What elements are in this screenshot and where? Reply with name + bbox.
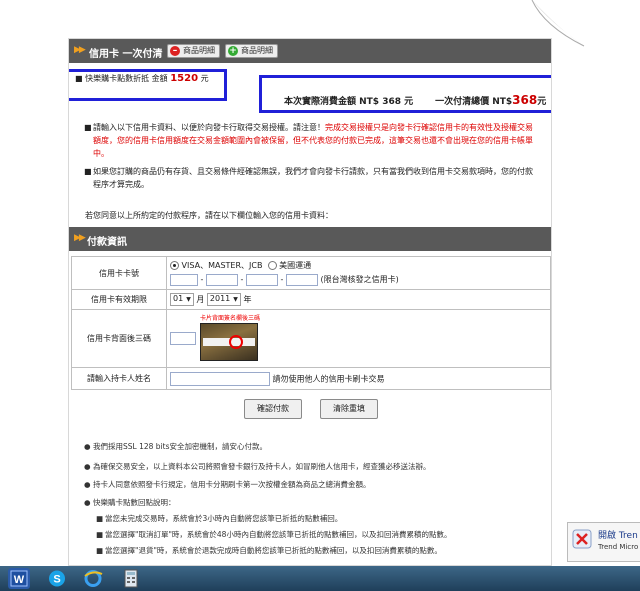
calculator-icon[interactable] xyxy=(120,568,142,589)
word-icon[interactable]: W xyxy=(8,568,30,589)
svg-text:S: S xyxy=(53,574,60,586)
annotation-box-discount xyxy=(69,69,227,101)
trend-micro-icon xyxy=(572,529,592,549)
ie-icon[interactable] xyxy=(82,568,104,589)
card-number-part-1[interactable] xyxy=(170,273,198,286)
total-amount: 本次實際消費金額 NT$ 368 元 一次付清總價 NT$368元 xyxy=(284,93,547,107)
card-number-part-4[interactable] xyxy=(285,273,318,286)
agree-text: 若您同意以上所約定的付款程序，請在以下欄位輸入您的信用卡資料： xyxy=(85,211,333,220)
cvv-label: 信用卡背面後三碼 xyxy=(71,309,167,368)
svg-text:W: W xyxy=(14,574,25,586)
card-type-visa-radio[interactable] xyxy=(170,261,179,270)
section-title: 信用卡 一次付清 xyxy=(89,49,163,60)
payment-info-header: ▶▶ 付款資訊 xyxy=(69,227,551,251)
reset-form-button[interactable]: 清除重填 xyxy=(320,399,378,419)
info-security: ● 為確保交易安全，以上資料本公司將照會發卡銀行及持卡人，如冒刷他人信用卡，經查獲… xyxy=(84,462,431,471)
notice-payment-completion: ■ 如果您訂購的商品仍有存貨、且交易條件經確認無誤，我們才會向發卡行請款，只有當… xyxy=(84,167,533,189)
info-installment: ● 持卡人同意依照發卡行規定，信用卡分期刷卡第一次按權金額為商品之總消費金額。 xyxy=(84,480,371,489)
info-points-sub-3: ■ 當您選擇"退貨"時，系統會於退款完成時自動將您該筆已折抵的點數補回，以及扣回消… xyxy=(96,546,442,555)
notice-authorization: ■ 請輸入以下信用卡資料、以便於向發卡行取得交易授權。請注意！完成交易授權只是向… xyxy=(84,123,533,158)
product-detail-expand-button[interactable]: + 商品明細 xyxy=(225,44,278,58)
confirm-payment-button[interactable]: 確認付款 xyxy=(244,399,302,419)
plus-icon: + xyxy=(228,46,238,56)
expiry-label: 信用卡有效期限 xyxy=(71,289,167,310)
section-header: ▶▶ 信用卡 一次付清 – 商品明細 + 商品明細 xyxy=(69,39,551,63)
payment-page: ▶▶ 信用卡 一次付清 – 商品明細 + 商品明細 ■ 快樂購卡點數折抵 金額 … xyxy=(68,38,552,566)
info-points-sub-2: ■ 當您選擇"取消訂單"時，系統會於48小時內自動將您該筆已折抵的點數補回，以及扣… xyxy=(96,530,452,539)
header-arrows-icon: ▶▶ xyxy=(74,45,86,55)
cvv-highlight-circle xyxy=(229,335,243,349)
header-arrows-icon: ▶▶ xyxy=(74,233,86,243)
card-type-amex-radio[interactable] xyxy=(267,261,277,270)
expiry-year-select[interactable]: 2011 ▼ xyxy=(206,293,241,306)
minus-icon: – xyxy=(170,46,180,56)
expiry-month-select[interactable]: 01 ▼ xyxy=(170,293,194,306)
card-number-part-3[interactable] xyxy=(245,273,278,286)
cvv-input[interactable] xyxy=(170,332,196,345)
holder-name-label: 請輸入持卡人姓名 xyxy=(71,367,167,390)
product-detail-button[interactable]: – 商品明細 xyxy=(167,44,220,58)
skype-icon[interactable]: S xyxy=(46,568,68,589)
holder-name-input[interactable] xyxy=(170,371,270,386)
card-number-label: 信用卡卡號 xyxy=(71,256,167,290)
cvv-caption: 卡片背面簽名欄後三碼 xyxy=(200,315,261,322)
trend-micro-popup[interactable]: 開啟 Tren Trend Micro xyxy=(567,522,640,562)
info-ssl: ● 我們採用SSL 128 bits安全加密機制，請安心付款。 xyxy=(84,442,267,451)
card-number-part-2[interactable] xyxy=(205,273,238,286)
info-points-sub-1: ■ 當您未完成交易時，系統會於3小時內自動將您該筆已折抵的點數補回。 xyxy=(96,514,343,523)
payment-form: 信用卡卡號 VISA、MASTER、JCB 美國運通 - - - (限台灣核發之… xyxy=(71,256,551,390)
taskbar: W S xyxy=(0,566,640,591)
card-back-image xyxy=(200,323,258,361)
info-points: ● 快樂購卡點數回點說明： xyxy=(84,498,176,507)
